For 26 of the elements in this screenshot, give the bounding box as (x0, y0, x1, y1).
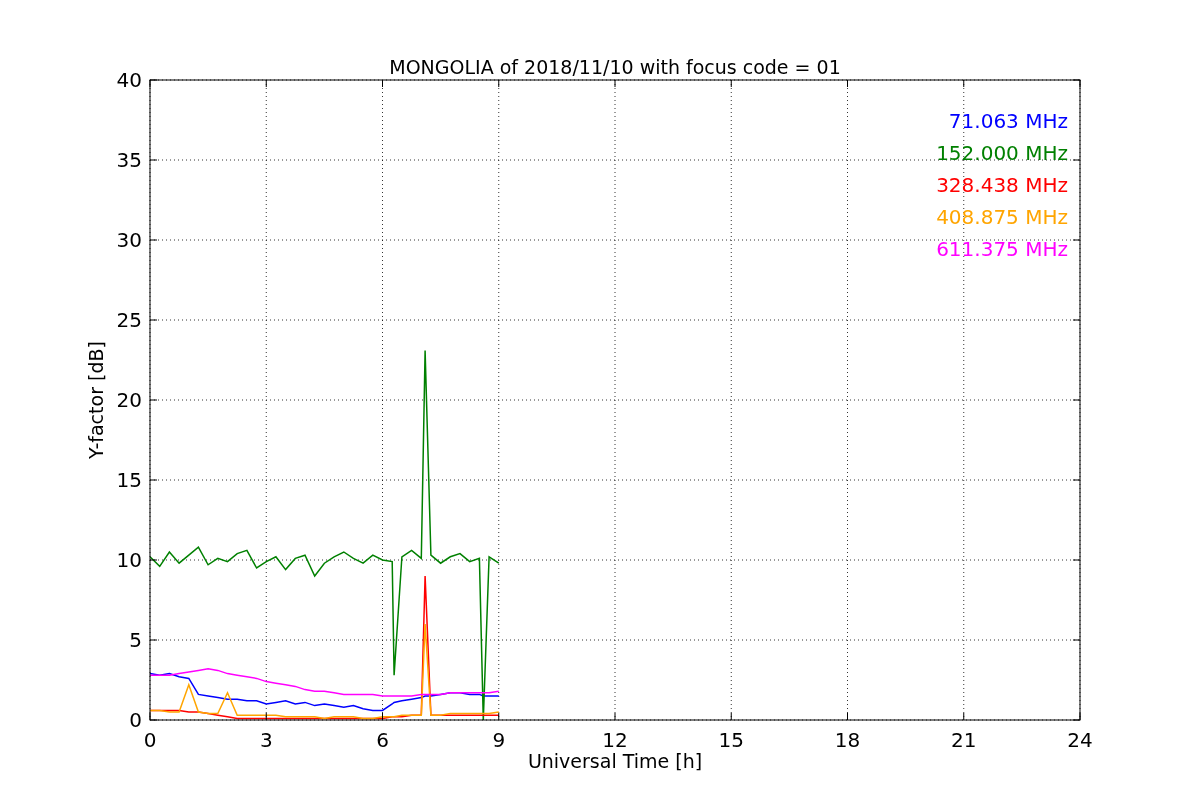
x-tick-label: 15 (718, 728, 744, 752)
y-tick-label: 5 (129, 628, 142, 652)
chart-title: MONGOLIA of 2018/11/10 with focus code = 01 (389, 56, 841, 78)
x-tick-label: 12 (602, 728, 628, 752)
x-tick-label: 3 (259, 728, 273, 752)
legend-label: 152.000 MHz (936, 141, 1068, 165)
y-tick-label: 20 (116, 388, 142, 412)
y-tick-label: 15 (116, 468, 142, 492)
x-tick-label: 18 (834, 728, 861, 752)
x-tick-label: 6 (376, 728, 389, 752)
y-tick-label: 25 (116, 308, 142, 332)
y-axis-label: Y-factor [dB] (85, 341, 107, 459)
legend-label: 328.438 MHz (936, 173, 1068, 197)
y-tick-label: 10 (116, 548, 142, 572)
x-axis-label: Universal Time [h] (527, 750, 703, 772)
x-tick-label: 9 (492, 728, 506, 752)
x-tick-label: 24 (1067, 728, 1093, 752)
legend-label: 611.375 MHz (936, 237, 1068, 261)
y-tick-label: 35 (116, 148, 142, 172)
legend-label: 408.875 MHz (936, 205, 1068, 229)
x-tick-label: 0 (143, 728, 157, 752)
x-tick-label: 21 (951, 728, 977, 752)
y-tick-label: 30 (116, 228, 142, 252)
y-tick-label: 0 (129, 708, 142, 732)
legend-label: 71.063 MHz (948, 109, 1068, 133)
y-tick-label: 40 (116, 68, 142, 92)
